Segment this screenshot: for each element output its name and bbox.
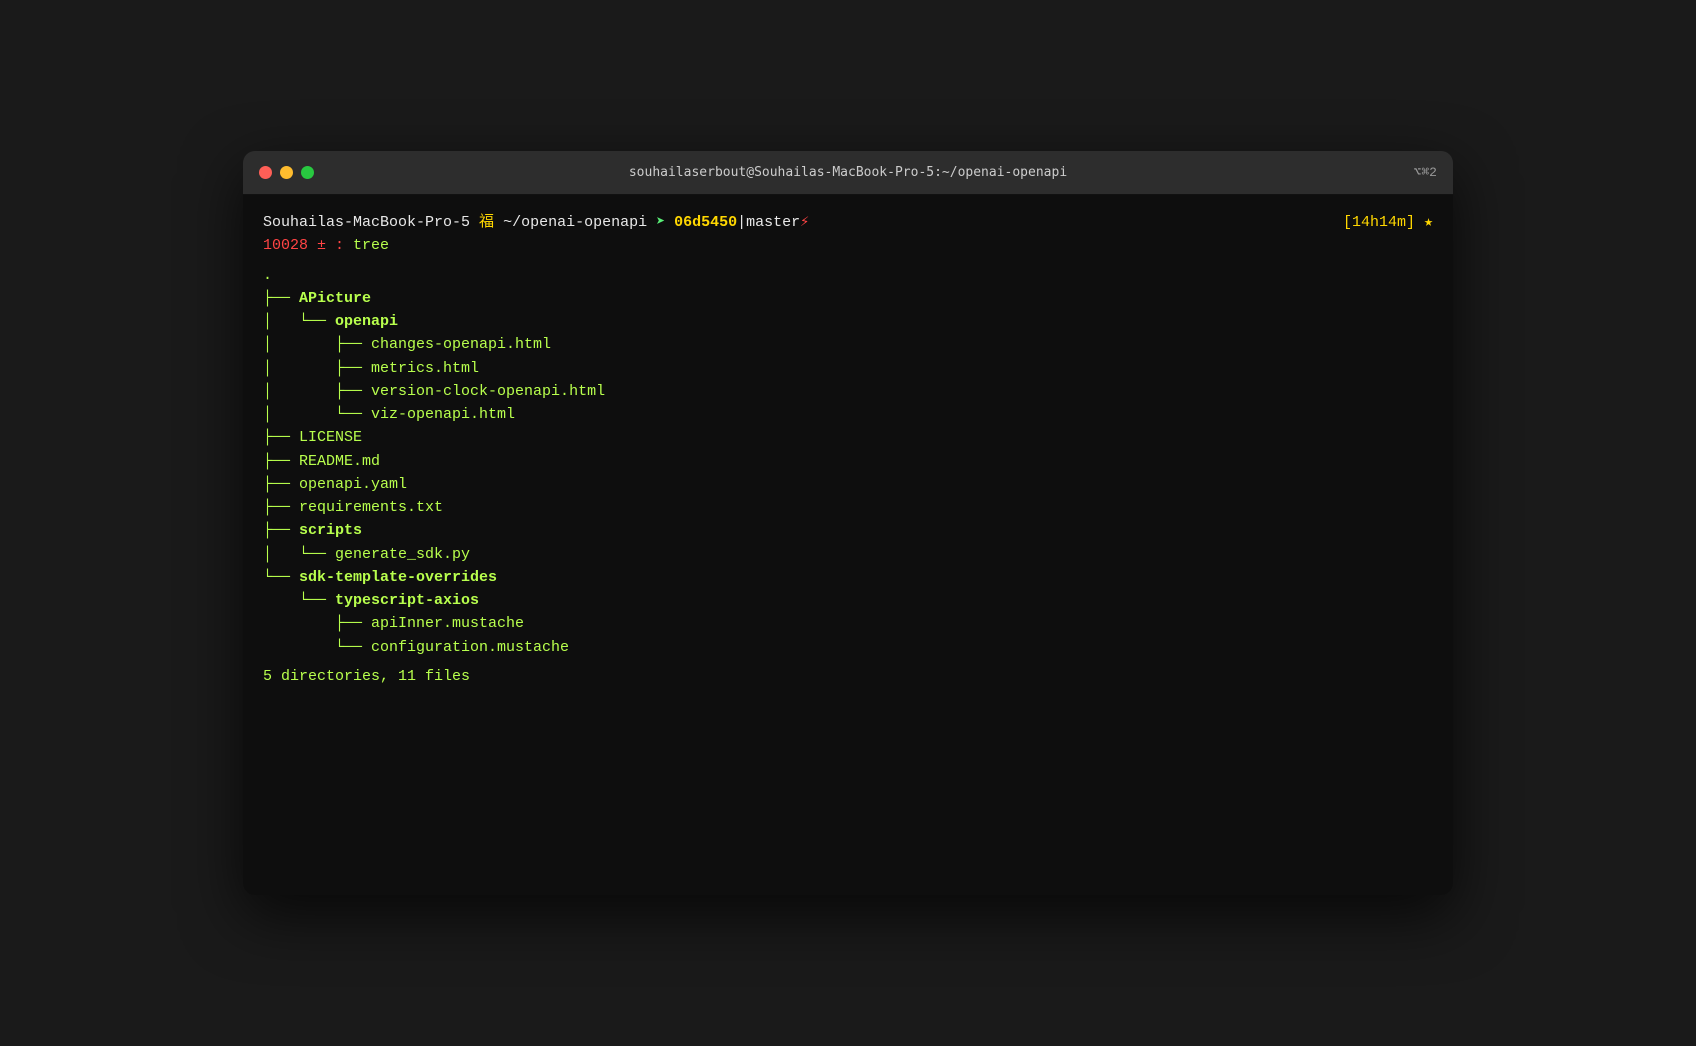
prompt-fuku: 福	[479, 211, 503, 234]
window-shortcut: ⌥⌘2	[1414, 165, 1437, 180]
prompt-star: ★	[1424, 211, 1433, 234]
tree-openapi-dir: │ └── openapi	[263, 310, 1433, 333]
tree-changes-openapi: │ ├── changes-openapi.html	[263, 333, 1433, 356]
command-line: 10028 ± : tree	[263, 234, 1433, 257]
prompt-host: Souhailas-MacBook-Pro-5	[263, 211, 479, 234]
prompt-separator: |master	[737, 211, 800, 234]
terminal-body[interactable]: Souhailas-MacBook-Pro-5 福 ~/openai-opena…	[243, 195, 1453, 895]
maximize-button[interactable]	[301, 166, 314, 179]
titlebar: souhailaserbout@Souhailas-MacBook-Pro-5:…	[243, 151, 1453, 195]
tree-viz-openapi: │ └── viz-openapi.html	[263, 403, 1433, 426]
tree-openapi-yaml: ├── openapi.yaml	[263, 473, 1433, 496]
tree-summary: 5 directories, 11 files	[263, 665, 470, 688]
tree-configuration: └── configuration.mustache	[263, 636, 1433, 659]
prompt-time: [14h14m]	[1343, 211, 1424, 234]
prompt-arrow: ➤	[656, 211, 674, 234]
tree-metrics: │ ├── metrics.html	[263, 357, 1433, 380]
prompt-path: ~/openai-openapi	[503, 211, 656, 234]
tree-apiinner: ├── apiInner.mustache	[263, 612, 1433, 635]
prompt-hash: 06d5450	[674, 211, 737, 234]
tree-sdk-template: └── sdk-template-overrides	[263, 566, 1433, 589]
terminal-window: souhailaserbout@Souhailas-MacBook-Pro-5:…	[243, 151, 1453, 895]
tree-version-clock: │ ├── version-clock-openapi.html	[263, 380, 1433, 403]
tree-license: ├── LICENSE	[263, 426, 1433, 449]
window-title: souhailaserbout@Souhailas-MacBook-Pro-5:…	[629, 165, 1067, 180]
minimize-button[interactable]	[280, 166, 293, 179]
command-number: 10028 ± :	[263, 234, 353, 257]
tree-requirements: ├── requirements.txt	[263, 496, 1433, 519]
close-button[interactable]	[259, 166, 272, 179]
prompt-line: Souhailas-MacBook-Pro-5 福 ~/openai-opena…	[263, 211, 1433, 234]
command-text: tree	[353, 234, 389, 257]
tree-readme: ├── README.md	[263, 450, 1433, 473]
tree-root: .	[263, 264, 1433, 287]
tree-apicture: ├── APicture	[263, 287, 1433, 310]
tree-summary-line: 5 directories, 11 files	[263, 665, 1433, 688]
tree-generate-sdk: │ └── generate_sdk.py	[263, 543, 1433, 566]
prompt-lightning: ⚡	[800, 211, 809, 234]
tree-scripts: ├── scripts	[263, 519, 1433, 542]
traffic-lights	[243, 166, 314, 179]
tree-typescript-axios: └── typescript-axios	[263, 589, 1433, 612]
